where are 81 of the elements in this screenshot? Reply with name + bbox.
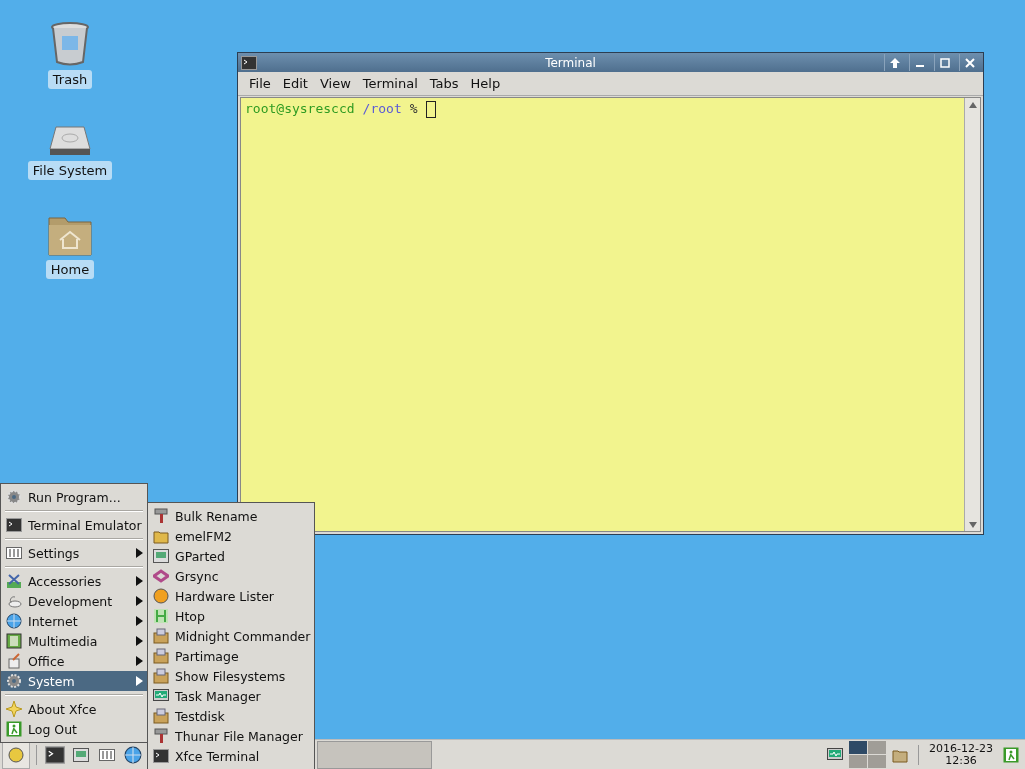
menu-item[interactable]: Run Program... bbox=[1, 487, 147, 507]
disc-icon bbox=[8, 746, 24, 763]
meter-icon bbox=[153, 608, 169, 624]
folder-icon bbox=[153, 528, 169, 544]
package-icon bbox=[153, 628, 169, 644]
menu-item[interactable]: Development bbox=[1, 591, 147, 611]
terminal-icon bbox=[45, 744, 65, 765]
package-icon bbox=[153, 648, 169, 664]
menu-item[interactable]: Partimage bbox=[148, 646, 315, 666]
menu-item[interactable]: Edit bbox=[279, 74, 311, 93]
trash-can-icon bbox=[50, 22, 90, 66]
menu-item[interactable]: Hardware Lister bbox=[148, 586, 315, 606]
globe-icon bbox=[6, 613, 22, 629]
hard-drive-icon bbox=[48, 125, 92, 157]
window-title: Terminal bbox=[544, 55, 597, 70]
terminal-icon bbox=[153, 748, 169, 764]
monitor-icon bbox=[827, 746, 844, 763]
package-icon bbox=[153, 668, 169, 684]
clock[interactable]: 2016-12-23 12:36 bbox=[925, 742, 997, 767]
desktop-icon-label[interactable]: File System bbox=[27, 161, 113, 180]
menu-item[interactable]: Tabs bbox=[426, 74, 462, 93]
menu-item[interactable]: Accessories bbox=[1, 571, 147, 591]
menu-item[interactable]: File bbox=[246, 74, 274, 93]
menu-item[interactable]: Settings bbox=[1, 543, 147, 563]
menu-item[interactable]: Grsync bbox=[148, 566, 315, 586]
disk-drive-icon bbox=[153, 548, 169, 564]
paint-roller-icon bbox=[153, 728, 169, 744]
scissors-icon bbox=[6, 573, 22, 589]
workspace[interactable] bbox=[849, 741, 868, 754]
menu-item[interactable]: Log Out bbox=[1, 719, 147, 739]
maximize-icon bbox=[940, 57, 950, 68]
monitor-icon bbox=[153, 688, 169, 704]
text-cursor bbox=[425, 101, 436, 118]
package-icon bbox=[153, 708, 169, 724]
terminal-icon bbox=[6, 517, 22, 533]
prompt-sign: % bbox=[409, 101, 418, 116]
down-arrow-icon bbox=[968, 521, 977, 528]
exit-icon bbox=[1003, 746, 1019, 763]
gear-icon bbox=[6, 673, 22, 689]
sliders-icon bbox=[6, 545, 22, 561]
sync-icon bbox=[153, 568, 169, 584]
menu-item[interactable]: System bbox=[1, 671, 147, 691]
exit-icon bbox=[6, 721, 22, 737]
menu-item[interactable]: Htop bbox=[148, 606, 315, 626]
disk-drive-icon bbox=[73, 746, 89, 763]
film-icon bbox=[6, 633, 22, 649]
sliders-icon bbox=[99, 746, 115, 763]
prompt-path: /root bbox=[362, 101, 402, 116]
menu-item[interactable]: View bbox=[316, 74, 354, 93]
menu-item[interactable]: Internet bbox=[1, 611, 147, 631]
prompt-user: root@sysresccd bbox=[245, 101, 355, 116]
round-badge-icon bbox=[153, 588, 169, 604]
menu-item[interactable]: Midnight Commander bbox=[148, 626, 315, 646]
minimize-icon bbox=[916, 64, 924, 67]
submenu-arrow-icon bbox=[136, 548, 143, 558]
globe-icon bbox=[124, 745, 142, 764]
menu-item[interactable]: Terminal Emulator bbox=[1, 515, 147, 535]
brush-cup-icon bbox=[6, 653, 22, 669]
up-arrow-icon bbox=[890, 57, 900, 68]
menu-item[interactable]: Task Manager bbox=[148, 686, 315, 706]
gear-icon bbox=[6, 489, 22, 505]
menu-item[interactable]: About Xfce bbox=[1, 699, 147, 719]
star-icon bbox=[6, 701, 22, 717]
menu-item[interactable]: Testdisk bbox=[148, 706, 315, 726]
menu-item[interactable]: Office bbox=[1, 651, 147, 671]
menu-item[interactable]: Multimedia bbox=[1, 631, 147, 651]
workspace-pager[interactable] bbox=[849, 741, 887, 768]
terminal-icon bbox=[241, 54, 257, 71]
menu-item[interactable]: GParted bbox=[148, 546, 315, 566]
up-arrow-icon bbox=[968, 101, 977, 108]
desktop-icon-label[interactable]: Home bbox=[45, 260, 95, 279]
desktop-icon-label[interactable]: Trash bbox=[47, 70, 93, 89]
menu-item[interactable]: Show Filesystems bbox=[148, 666, 315, 686]
paint-roller-icon bbox=[153, 508, 169, 524]
menu-item[interactable]: Xfce Terminal bbox=[148, 746, 315, 766]
scrollbar[interactable] bbox=[964, 98, 980, 531]
menu-item[interactable]: Terminal bbox=[359, 74, 421, 93]
menu-item[interactable]: Help bbox=[467, 74, 504, 93]
menu-item[interactable]: Thunar File Manager bbox=[148, 726, 315, 746]
close-icon bbox=[965, 57, 975, 68]
home-folder-icon bbox=[48, 216, 92, 256]
